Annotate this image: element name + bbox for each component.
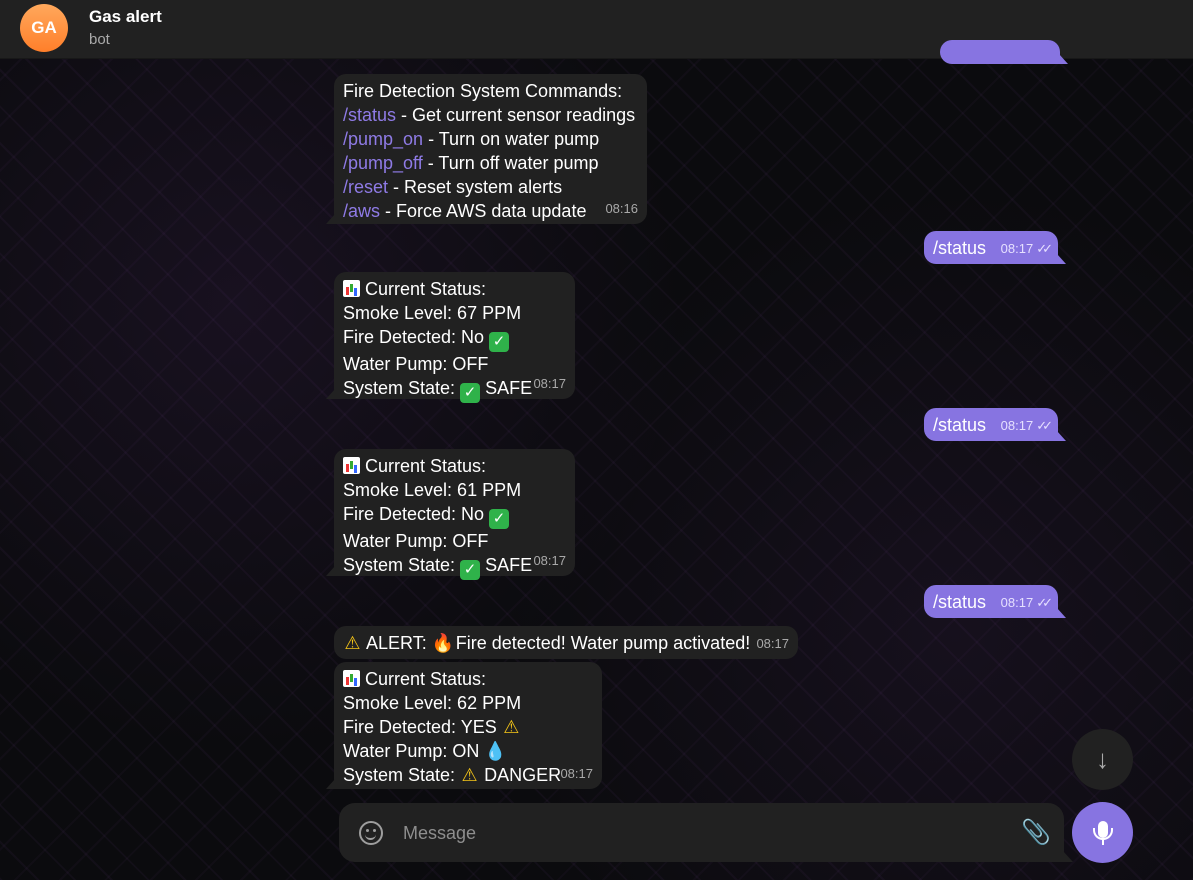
system-state: System State: ⚠ DANGER xyxy=(343,765,562,785)
message-time: 08:17 xyxy=(560,766,593,781)
attach-icon[interactable]: 📎 xyxy=(1021,818,1051,847)
double-check-icon: ✓✓ xyxy=(1036,418,1053,433)
outgoing-message-partial[interactable] xyxy=(940,40,1068,64)
droplet-icon: 💧 xyxy=(484,741,507,761)
voice-record-button[interactable] xyxy=(1072,802,1133,863)
incoming-message-status[interactable]: Current Status: Smoke Level: 61 PPM Fire… xyxy=(326,449,575,580)
smoke-level: Smoke Level: 61 PPM xyxy=(343,480,522,500)
incoming-message-alert[interactable]: ⚠ ALERT: 🔥 Fire detected! Water pump act… xyxy=(334,626,798,659)
emoji-icon[interactable] xyxy=(359,821,383,845)
fire-detected: Fire Detected: No ✓ xyxy=(343,325,566,352)
status-heading: Current Status: xyxy=(343,454,566,478)
arrow-down-icon: ↓ xyxy=(1096,744,1109,774)
command-line: /pump_off - Turn off water pump xyxy=(343,153,599,173)
command-link[interactable]: /pump_off xyxy=(343,153,423,173)
incoming-message-status[interactable]: Current Status: Smoke Level: 67 PPM Fire… xyxy=(326,272,575,403)
incoming-message-status[interactable]: Current Status: Smoke Level: 62 PPM Fire… xyxy=(326,662,602,789)
microphone-icon xyxy=(1092,821,1113,845)
message-title: Fire Detection System Commands: xyxy=(343,81,623,101)
outgoing-message[interactable]: /status 08:17 ✓✓ xyxy=(924,408,1066,441)
check-mark-icon: ✓ xyxy=(489,332,510,352)
chat-title[interactable]: Gas alert xyxy=(89,7,162,27)
command-line: /status - Get current sensor readings xyxy=(343,105,636,125)
command-line: /pump_on - Turn on water pump xyxy=(343,129,600,149)
message-time: 08:17 ✓✓ xyxy=(1000,595,1053,610)
fire-detected: Fire Detected: YES ⚠ xyxy=(343,717,520,737)
check-mark-icon: ✓ xyxy=(460,560,481,580)
message-time: 08:17 xyxy=(756,636,789,651)
warning-icon: ⚠ xyxy=(344,633,361,653)
double-check-icon: ✓✓ xyxy=(1036,595,1053,610)
command-link[interactable]: /status xyxy=(343,105,396,125)
status-heading: Current Status: xyxy=(343,277,566,301)
message-text: /status xyxy=(933,415,987,435)
fire-icon: 🔥 xyxy=(431,633,455,653)
check-mark-icon: ✓ xyxy=(489,509,510,529)
command-link[interactable]: /reset xyxy=(343,177,388,197)
message-time: 08:17 xyxy=(533,553,566,568)
outgoing-message[interactable]: /status 08:17 ✓✓ xyxy=(924,231,1066,264)
warning-icon: ⚠ xyxy=(461,765,478,785)
message-composer: 📎 xyxy=(339,803,1073,862)
double-check-icon: ✓✓ xyxy=(1036,241,1053,256)
water-pump: Water Pump: ON 💧 xyxy=(343,741,507,761)
bar-chart-icon xyxy=(343,280,360,297)
smoke-level: Smoke Level: 62 PPM xyxy=(343,693,522,713)
message-time: 08:17 ✓✓ xyxy=(1000,241,1053,256)
message-input[interactable] xyxy=(401,818,1005,848)
command-link[interactable]: /aws xyxy=(343,201,380,221)
outgoing-message[interactable]: /status 08:17 ✓✓ xyxy=(924,585,1066,618)
message-time: 08:16 xyxy=(605,201,638,216)
bar-chart-icon xyxy=(343,670,360,687)
bar-chart-icon xyxy=(343,457,360,474)
command-link[interactable]: /pump_on xyxy=(343,129,423,149)
incoming-message-commands[interactable]: Fire Detection System Commands: /status … xyxy=(326,74,647,224)
avatar[interactable]: GA xyxy=(20,4,68,52)
smoke-level: Smoke Level: 67 PPM xyxy=(343,303,522,323)
message-time: 08:17 ✓✓ xyxy=(1000,418,1053,433)
command-line: /aws - Force AWS data update xyxy=(343,201,587,221)
warning-icon: ⚠ xyxy=(503,717,520,737)
status-heading: Current Status: xyxy=(343,667,593,691)
fire-detected: Fire Detected: No ✓ xyxy=(343,502,566,529)
message-text: /status xyxy=(933,238,987,258)
command-line: /reset - Reset system alerts xyxy=(343,177,563,197)
message-text: /status xyxy=(933,592,987,612)
message-time: 08:17 xyxy=(533,376,566,391)
check-mark-icon: ✓ xyxy=(460,383,481,403)
scroll-down-button[interactable]: ↓ xyxy=(1072,729,1133,790)
chat-subtitle: bot xyxy=(89,31,110,48)
